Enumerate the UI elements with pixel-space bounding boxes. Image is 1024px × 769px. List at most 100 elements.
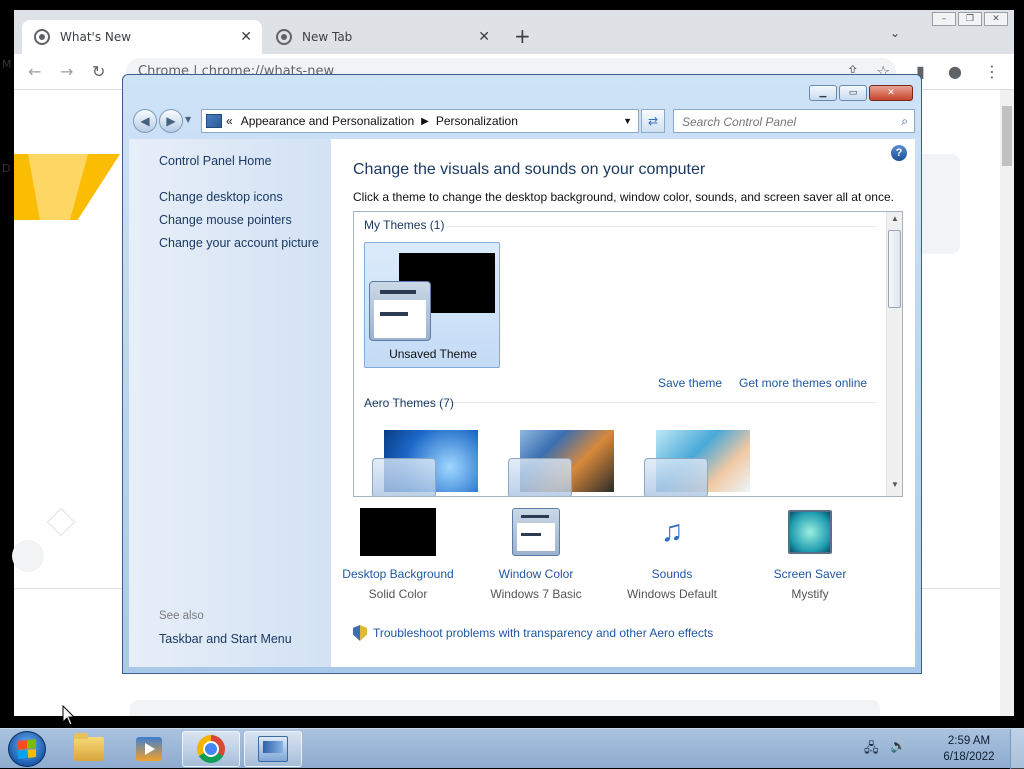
- aero-themes-heading: Aero Themes (7): [364, 396, 454, 410]
- taskbar-chrome[interactable]: [182, 731, 240, 767]
- change-account-picture-link[interactable]: Change your account picture: [159, 236, 319, 250]
- chrome-favicon-icon: [276, 29, 292, 45]
- setting-name[interactable]: Sounds: [603, 567, 741, 581]
- profile-avatar-icon[interactable]: ●: [948, 62, 962, 81]
- chrome-favicon-icon: [34, 29, 50, 45]
- tab-title: What's New: [60, 30, 132, 44]
- folder-icon: [74, 733, 104, 761]
- get-more-themes-link[interactable]: Get more themes online: [739, 376, 867, 390]
- theme-settings-row: Desktop Background Solid Color Window Co…: [342, 507, 903, 607]
- search-input[interactable]: Search Control Panel ⌕: [673, 109, 915, 133]
- back-arrow-icon[interactable]: ←: [28, 62, 41, 81]
- edge-text: D: [2, 162, 11, 175]
- my-themes-heading: My Themes (1): [364, 218, 445, 232]
- close-tab-icon[interactable]: ✕: [478, 29, 490, 45]
- network-icon[interactable]: 🖧: [864, 739, 879, 761]
- taskbar-media-player[interactable]: [120, 731, 178, 767]
- help-icon[interactable]: ?: [891, 145, 907, 161]
- refresh-icon[interactable]: ⇄: [641, 109, 665, 133]
- change-desktop-icons-link[interactable]: Change desktop icons: [159, 190, 283, 204]
- page-bottom-card: [130, 700, 880, 716]
- breadcrumb-overflow[interactable]: «: [226, 114, 233, 128]
- troubleshoot-aero-link[interactable]: Troubleshoot problems with transparency …: [353, 625, 713, 641]
- recent-pages-chevron-icon[interactable]: ▼: [185, 115, 191, 124]
- save-theme-link[interactable]: Save theme: [658, 376, 722, 390]
- theme-window-preview: [369, 281, 431, 341]
- taskbar-control-panel[interactable]: [244, 731, 302, 767]
- scrollbar-thumb[interactable]: [1002, 106, 1012, 166]
- minimize-button[interactable]: ▁: [809, 85, 837, 101]
- see-also-heading: See also: [159, 610, 204, 622]
- control-panel-home-link[interactable]: Control Panel Home: [159, 154, 272, 168]
- windows-logo-icon: [18, 739, 36, 759]
- window-controls: ▁ ▭ ✕: [809, 85, 913, 101]
- chrome-window-controls: – ❐ ✕: [932, 12, 1008, 26]
- theme-windows-7[interactable]: [368, 430, 478, 496]
- screen-saver-setting[interactable]: Screen Saver Mystify: [741, 507, 879, 601]
- reload-icon[interactable]: ↻: [92, 62, 105, 81]
- page-title: Change the visuals and sounds on your co…: [353, 161, 706, 178]
- maximize-button[interactable]: ❐: [958, 12, 982, 26]
- window-color-icon: [498, 507, 574, 557]
- taskbar-file-explorer[interactable]: [60, 731, 118, 767]
- edge-text: M: [2, 58, 12, 71]
- clock-time: 2:59 AM: [947, 735, 991, 747]
- setting-name[interactable]: Window Color: [467, 567, 605, 581]
- page-description: Click a theme to change the desktop back…: [353, 190, 894, 204]
- scrollbar-thumb[interactable]: [888, 230, 901, 308]
- chrome-scrollbar[interactable]: [1000, 90, 1014, 716]
- uac-shield-icon: [353, 625, 367, 641]
- system-clock[interactable]: 2:59 AM 6/18/2022: [936, 733, 1002, 765]
- menu-kebab-icon[interactable]: ⋮: [984, 62, 1000, 81]
- troubleshoot-link-text[interactable]: Troubleshoot problems with transparency …: [373, 626, 713, 640]
- taskbar: 🖧 🔊 2:59 AM 6/18/2022: [0, 728, 1024, 769]
- maximize-button[interactable]: ▭: [839, 85, 867, 101]
- taskbar-start-menu-link[interactable]: Taskbar and Start Menu: [159, 632, 292, 646]
- scroll-up-arrow-icon[interactable]: ▲: [887, 214, 903, 228]
- group-divider: [446, 226, 876, 227]
- window-body: Control Panel Home Change desktop icons …: [129, 139, 915, 667]
- close-button[interactable]: ✕: [869, 85, 913, 101]
- minimize-button[interactable]: –: [932, 12, 956, 26]
- search-icon[interactable]: ⌕: [901, 114, 908, 129]
- theme-window-preview: [644, 458, 708, 496]
- address-breadcrumb[interactable]: « Appearance and Personalization ▶ Perso…: [201, 109, 639, 133]
- task-pane: Control Panel Home Change desktop icons …: [129, 139, 331, 667]
- personalization-window: ▁ ▭ ✕ ◀ ▶ ▼ « Appearance and Personaliza…: [122, 74, 922, 674]
- breadcrumb-appearance[interactable]: Appearance and Personalization: [241, 114, 414, 128]
- chrome-icon: [197, 735, 225, 763]
- breadcrumb-personalization[interactable]: Personalization: [436, 114, 518, 128]
- close-tab-icon[interactable]: ✕: [240, 29, 252, 45]
- theme-architecture[interactable]: [504, 430, 614, 496]
- desktop-background-setting[interactable]: Desktop Background Solid Color: [329, 507, 467, 601]
- breadcrumb-arrow-icon[interactable]: ▶: [421, 116, 429, 127]
- setting-value: Solid Color: [368, 587, 428, 601]
- close-button[interactable]: ✕: [984, 12, 1008, 26]
- setting-name[interactable]: Desktop Background: [329, 567, 467, 581]
- circle-decoration: [12, 540, 44, 572]
- back-button[interactable]: ◀: [133, 109, 157, 133]
- show-desktop-button[interactable]: [1010, 729, 1024, 769]
- theme-list-scrollbar[interactable]: ▲ ▼: [886, 212, 902, 496]
- forward-button[interactable]: ▶: [159, 109, 183, 133]
- theme-unsaved[interactable]: Unsaved Theme: [364, 242, 500, 368]
- sounds-setting[interactable]: ♫ Sounds Windows Default: [603, 507, 741, 602]
- tab-search-chevron-icon[interactable]: ⌄: [890, 26, 900, 40]
- setting-value: Windows Default: [626, 587, 718, 601]
- theme-characters[interactable]: [640, 430, 750, 496]
- tab-whats-new[interactable]: What's New ✕: [22, 20, 262, 54]
- scroll-down-arrow-icon[interactable]: ▼: [887, 480, 903, 494]
- change-mouse-pointers-link[interactable]: Change mouse pointers: [159, 213, 292, 227]
- address-dropdown-icon[interactable]: ▼: [623, 116, 632, 126]
- theme-label: Unsaved Theme: [389, 347, 477, 361]
- search-placeholder: Search Control Panel: [682, 115, 797, 129]
- tab-new-tab[interactable]: New Tab ✕: [264, 20, 500, 54]
- new-tab-plus-icon[interactable]: +: [514, 24, 531, 48]
- setting-name[interactable]: Screen Saver: [741, 567, 879, 581]
- start-button[interactable]: [8, 731, 46, 767]
- volume-icon[interactable]: 🔊: [890, 739, 906, 754]
- window-color-setting[interactable]: Window Color Windows 7 Basic: [467, 507, 605, 601]
- forward-arrow-icon[interactable]: →: [60, 62, 73, 81]
- theme-window-preview: [372, 458, 436, 496]
- music-notes-icon: ♫: [660, 515, 684, 548]
